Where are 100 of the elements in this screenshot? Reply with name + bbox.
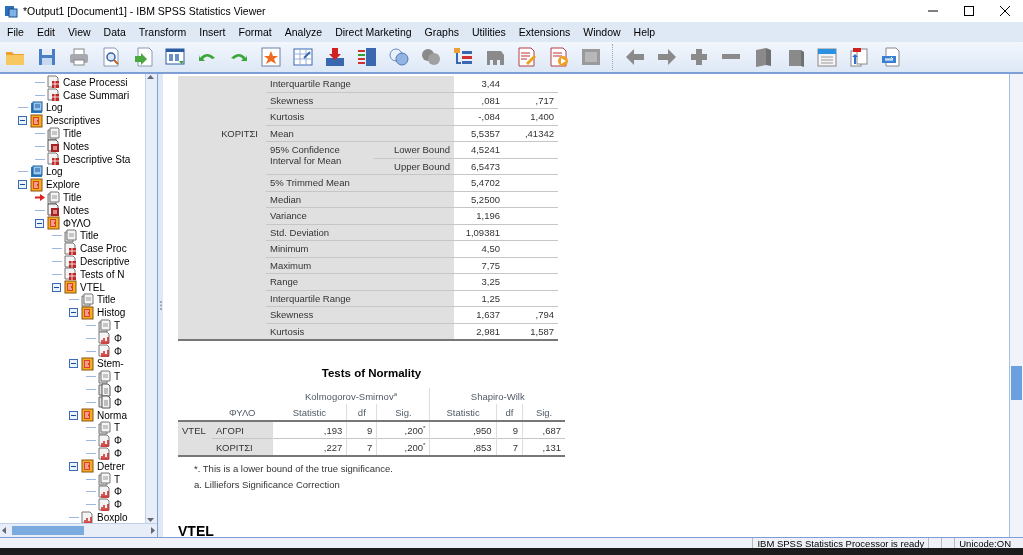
collapse-toggle[interactable] [35, 218, 44, 228]
circles-icon[interactable] [420, 46, 442, 68]
collapse-toggle[interactable] [69, 308, 78, 318]
outline-item[interactable]: Boxplo [96, 512, 129, 523]
page-magnifier-icon[interactable] [100, 46, 122, 68]
plus-icon[interactable] [688, 46, 710, 68]
scrollbar[interactable] [1009, 74, 1023, 537]
log-book-icon [30, 101, 43, 115]
outline-item[interactable]: Case Processi [62, 76, 129, 88]
collapse-toggle[interactable] [52, 282, 61, 292]
outline-item[interactable]: Stem- [96, 358, 125, 370]
app-icon [4, 4, 18, 18]
outline-item[interactable]: Φ [113, 499, 123, 511]
collapse-toggle[interactable] [69, 461, 78, 471]
table-cell: -,084 [478, 111, 500, 123]
splitter-handle-icon[interactable] [159, 301, 162, 310]
download-arrow-icon[interactable] [324, 46, 346, 68]
outline-item[interactable]: Norma [96, 409, 128, 421]
menu-item[interactable]: Direct Marketing [330, 26, 420, 38]
outline-item[interactable]: Tests of N [79, 268, 126, 280]
table-cell: ,200$^{*}$ [404, 424, 426, 436]
outline-item[interactable]: Log [45, 166, 64, 178]
collapse-toggle[interactable] [18, 116, 27, 126]
outline-item[interactable]: Descriptive [79, 256, 131, 268]
menu-item[interactable]: Window [578, 26, 629, 38]
table-cell: 9 [512, 424, 519, 436]
square-icon[interactable] [580, 46, 602, 68]
menu-item[interactable]: Graphs [419, 26, 467, 38]
table-cell: 1,25 [481, 292, 500, 304]
menu-item[interactable]: Analyze [279, 26, 331, 38]
outline-item[interactable]: Notes [62, 204, 91, 216]
table-cell: ,131 [542, 441, 561, 453]
outline-item[interactable]: T [113, 371, 122, 383]
menu-item[interactable]: Utilities [467, 26, 514, 38]
right-arrow-icon[interactable] [656, 46, 678, 68]
menu-item[interactable]: Transform [133, 26, 195, 38]
menu-item[interactable]: File [2, 26, 32, 38]
book-icon [81, 408, 94, 423]
table-cell: 5,2500 [470, 193, 500, 205]
outline-item[interactable]: Log [45, 102, 64, 114]
page-play-icon[interactable] [548, 46, 570, 68]
close-icon[interactable] [1000, 6, 1010, 16]
page-arrow-icon[interactable] [132, 46, 154, 68]
outline-item[interactable]: Detrer [96, 460, 126, 472]
scroll-left-icon[interactable] [0, 526, 8, 535]
printer-icon[interactable] [68, 46, 90, 68]
scrollbar[interactable] [145, 74, 157, 523]
menu-item[interactable]: Insert [194, 26, 234, 38]
table-cell: 4,5241 [470, 144, 500, 156]
outline-item[interactable]: Φ [113, 435, 123, 447]
outline-item[interactable]: Φ [113, 448, 123, 459]
menu-item[interactable]: Help [628, 26, 664, 38]
maximize-icon[interactable] [964, 6, 974, 16]
table-page-icon [64, 254, 77, 269]
outline-item[interactable]: VTEL [79, 281, 106, 293]
table-cell: 1,637 [476, 309, 500, 321]
outline-item[interactable]: Descriptive Sta [62, 153, 132, 165]
grid-arrow-icon[interactable] [292, 46, 314, 68]
menu-item[interactable]: Edit [31, 26, 63, 38]
outline-item[interactable]: Histog [96, 307, 127, 319]
collapse-toggle[interactable] [18, 180, 27, 190]
outline-item[interactable]: Explore [45, 179, 81, 191]
outline-item[interactable]: ΦΥΛΟ [62, 217, 92, 229]
outline-item[interactable]: Φ [113, 486, 123, 498]
collapse-toggle[interactable] [69, 359, 78, 369]
window-title: *Output1 [Document1] - IBM SPSS Statistics Viewer [23, 5, 267, 17]
outline-item[interactable]: Descriptives [45, 115, 102, 127]
star-grid-icon[interactable] [260, 46, 282, 68]
outline-item[interactable]: Φ [113, 345, 123, 357]
menu-item[interactable]: Extensions [513, 26, 579, 38]
outline-item[interactable]: Φ [113, 384, 123, 395]
outline-item[interactable]: Notes [62, 140, 91, 152]
menu-item[interactable]: View [63, 26, 99, 38]
outline-item[interactable]: Title [79, 230, 100, 242]
outline-item[interactable]: Title [62, 192, 83, 204]
table-cell: 1,400 [530, 111, 554, 123]
title-page-icon [47, 126, 60, 141]
outline-item[interactable]: T [113, 422, 122, 434]
collapse-toggle[interactable] [69, 410, 78, 420]
outline-item[interactable]: Title [62, 128, 83, 140]
outline-item[interactable]: Case Proc [79, 243, 128, 255]
page-pencil-icon[interactable] [516, 46, 538, 68]
page-list-icon[interactable] [816, 46, 838, 68]
menu-item[interactable]: Format [233, 26, 280, 38]
outline-item[interactable]: T [113, 320, 122, 332]
book-icon [81, 459, 94, 474]
outline-item[interactable]: Case Summari [62, 89, 131, 101]
outline-item[interactable]: Φ [113, 396, 123, 408]
column-header: df [505, 406, 514, 418]
outline-item[interactable]: Φ [113, 332, 123, 344]
menu-item[interactable]: Data [98, 26, 134, 38]
scrollbar[interactable] [0, 523, 157, 537]
column-list-icon[interactable] [356, 46, 378, 68]
outline-item[interactable]: Title [96, 294, 117, 306]
pages-arrow-icon[interactable] [848, 46, 870, 68]
circles-icon[interactable] [388, 46, 410, 68]
row-label: 5% Trimmed Mean [270, 177, 350, 189]
row-label: 95% Confidence Interval for Mean [270, 144, 342, 166]
outline-item[interactable]: T [113, 473, 122, 485]
page-swap-icon[interactable] [880, 46, 902, 68]
